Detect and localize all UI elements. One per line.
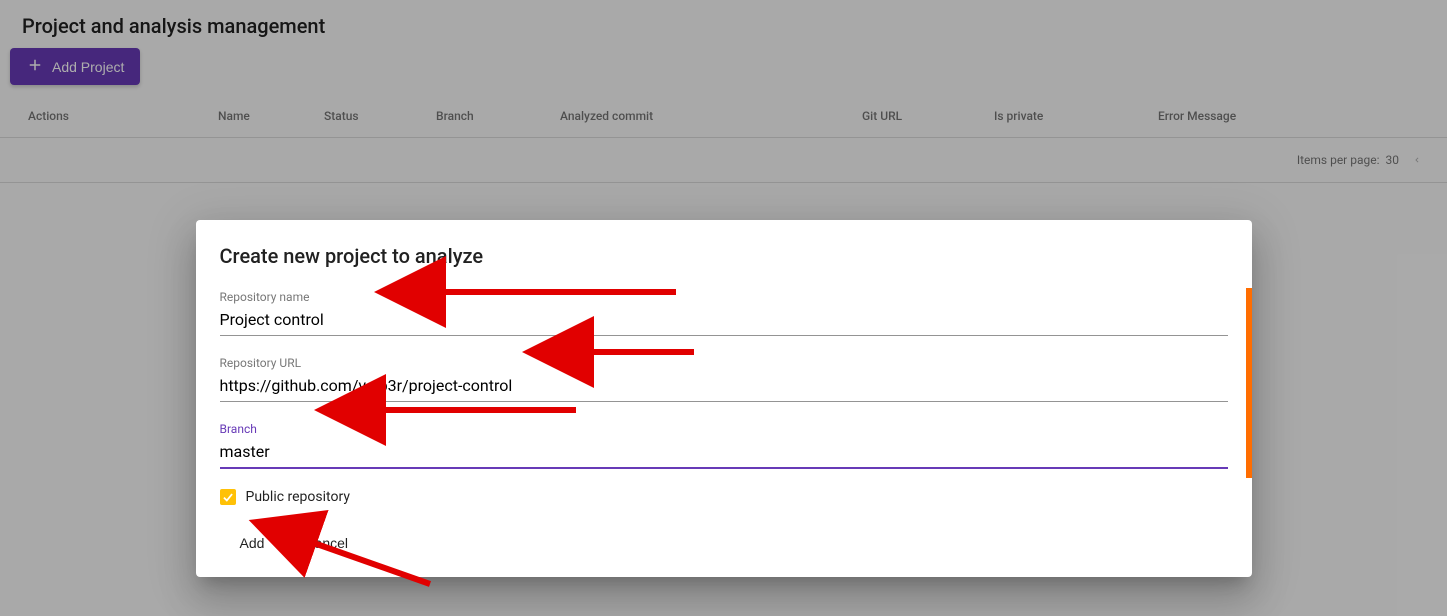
modal-overlay: Create new project to analyze Repository…: [0, 0, 1447, 616]
public-repo-checkbox[interactable]: [220, 489, 236, 505]
dialog-title: Create new project to analyze: [220, 244, 1228, 268]
repo-name-input[interactable]: [220, 306, 1228, 336]
repo-name-label: Repository name: [220, 290, 1228, 304]
repo-url-field: Repository URL: [220, 356, 1228, 402]
dialog-actions: Add Cancel: [220, 529, 1228, 557]
create-project-dialog: Create new project to analyze Repository…: [196, 220, 1252, 577]
public-repo-label: Public repository: [246, 489, 350, 505]
annotation-arrow-icon: [306, 400, 586, 424]
branch-field: Branch: [220, 422, 1228, 469]
branch-input[interactable]: [220, 438, 1228, 469]
repo-url-label: Repository URL: [220, 356, 1228, 370]
dialog-accent-bar: [1246, 288, 1252, 478]
repo-name-field: Repository name: [220, 290, 1228, 336]
add-button[interactable]: Add: [236, 529, 269, 557]
public-repo-row: Public repository: [220, 489, 1228, 505]
branch-label: Branch: [220, 422, 1228, 436]
repo-url-input[interactable]: [220, 372, 1228, 402]
cancel-button[interactable]: Cancel: [300, 529, 352, 557]
